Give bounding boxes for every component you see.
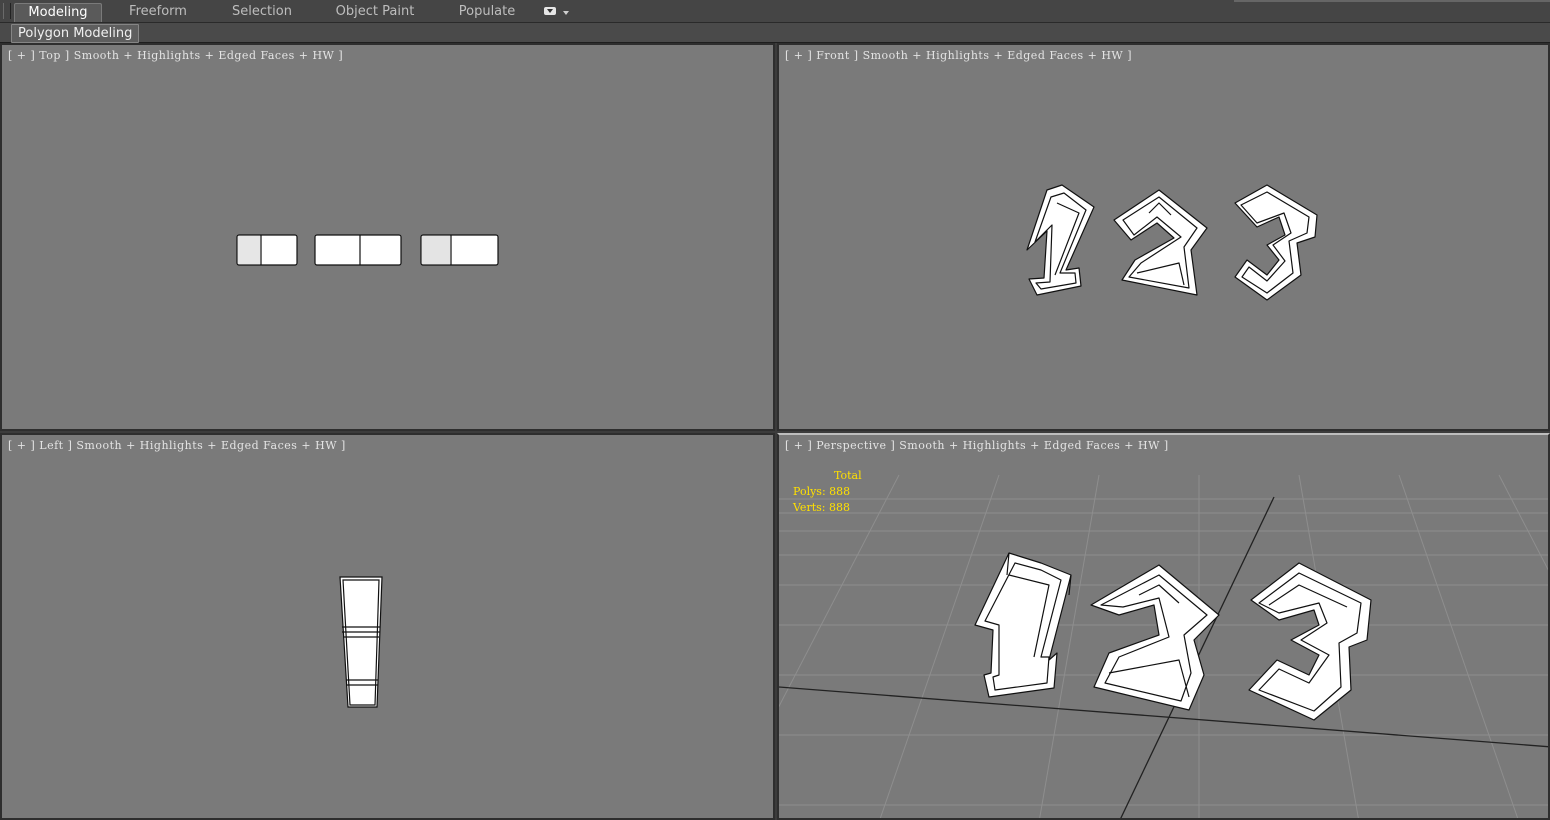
front-view-scene [1026, 184, 1318, 301]
perspective-mesh-digit-2[interactable] [1090, 564, 1220, 711]
left-view-scene [339, 576, 383, 708]
tab-modeling[interactable]: Modeling [14, 3, 102, 22]
ribbon-grip[interactable] [3, 3, 11, 19]
ribbon-panel-strip: Polygon Modeling [0, 23, 1550, 43]
tab-selection[interactable]: Selection [226, 3, 298, 21]
viewport-front[interactable]: [ + ] Front ] Smooth + Highlights + Edge… [777, 43, 1550, 431]
top-view-scene [236, 234, 499, 266]
front-mesh-digit-1[interactable] [1026, 184, 1095, 296]
front-mesh-digit-2[interactable] [1113, 189, 1208, 296]
viewport-left[interactable]: [ + ] Left ] Smooth + Highlights + Edged… [0, 433, 775, 820]
viewport-top[interactable]: [ + ] Top ] Smooth + Highlights + Edged … [0, 43, 775, 431]
front-mesh-digit-3[interactable] [1234, 184, 1318, 301]
polygon-modeling-panel-button[interactable]: Polygon Modeling [11, 24, 140, 43]
chevron-down-icon[interactable] [563, 11, 569, 15]
perspective-mesh-digit-3[interactable] [1248, 562, 1372, 721]
dropdown-icon[interactable] [544, 7, 556, 15]
tab-populate[interactable]: Populate [452, 3, 522, 21]
tab-object-paint[interactable]: Object Paint [330, 3, 420, 21]
perspective-scene [779, 474, 1548, 818]
ribbon-tab-bar: Modeling Freeform Selection Object Paint… [0, 0, 1550, 23]
tab-freeform[interactable]: Freeform [122, 3, 194, 21]
ribbon-divider [1234, 0, 1550, 2]
top-mesh-digit-2[interactable] [314, 234, 402, 266]
left-mesh-profile[interactable] [339, 576, 383, 708]
viewport-perspective[interactable]: [ + ] Perspective ] Smooth + Highlights … [777, 433, 1550, 820]
